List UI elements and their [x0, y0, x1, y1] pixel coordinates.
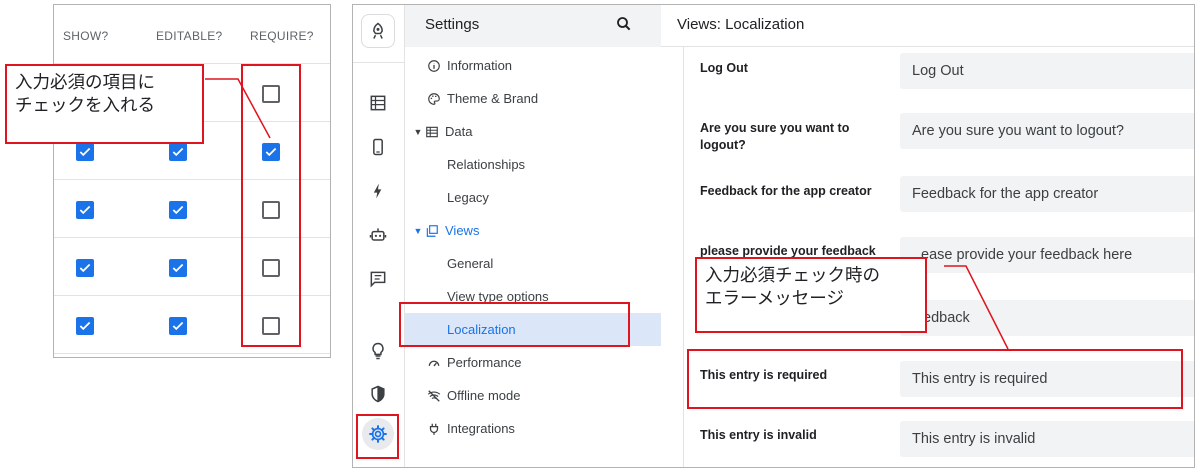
required-message-highlight [687, 349, 1183, 409]
mobile-icon[interactable] [367, 136, 389, 158]
rocket-icon [373, 22, 383, 39]
require-column-highlight [241, 64, 301, 347]
show-checkbox[interactable] [76, 143, 94, 161]
editable-checkbox[interactable] [169, 259, 187, 277]
localization-input[interactable]: Are you sure you want to logout? [900, 113, 1194, 149]
table-icon [425, 125, 439, 139]
localization-input[interactable]: ease provide your feedback here [900, 237, 1194, 273]
sidebar-item-label: Integrations [447, 421, 515, 436]
sidebar-item-label: Relationships [447, 157, 526, 172]
sidebar-item-legacy[interactable]: Legacy [405, 181, 661, 214]
caret-down-icon: ▼ [413, 126, 423, 137]
shield-icon[interactable] [367, 383, 389, 405]
search-icon[interactable] [615, 15, 633, 33]
sidebar-list: Information Theme & Brand ▼ Data Relatio… [405, 47, 661, 467]
sidebar-item-label: Performance [447, 355, 522, 370]
localization-input[interactable]: Log Out [900, 53, 1194, 89]
sidebar-item-label: Offline mode [447, 388, 521, 403]
error-message-annotation: 入力必須チェック時の エラーメッセージ [695, 257, 927, 333]
sidebar-title: Settings [425, 16, 480, 33]
bot-icon[interactable] [367, 224, 389, 246]
field-label: Are you sure you want to logout? [700, 121, 850, 152]
annotation-line: チェックを入れる [15, 96, 155, 116]
localization-input[interactable]: edback [900, 300, 1194, 336]
sidebar-item-label: Information [447, 58, 513, 73]
field-label: Feedback for the app creator [700, 184, 872, 198]
sidebar-item-views[interactable]: ▼ Views [405, 214, 661, 247]
editable-checkbox[interactable] [169, 201, 187, 219]
bolt-icon[interactable] [367, 180, 389, 202]
sidebar-item-information[interactable]: Information [405, 49, 661, 82]
editable-checkbox[interactable] [169, 317, 187, 335]
header-editable: EDITABLE? [156, 29, 223, 43]
app-logo[interactable] [361, 14, 395, 48]
sidebar-item-theme-brand[interactable]: Theme & Brand [405, 82, 661, 115]
annotation-line: 入力必須の項目に [15, 73, 155, 93]
row-divider [54, 353, 330, 354]
plug-icon [427, 422, 441, 436]
localization-highlight [399, 302, 630, 347]
nav-rail [353, 5, 405, 467]
editable-checkbox[interactable] [169, 143, 187, 161]
sidebar-item-label: Legacy [447, 190, 489, 205]
annotation-line: エラーメッセージ [705, 289, 844, 309]
header-show: SHOW? [63, 29, 109, 43]
sidebar-item-label: Theme & Brand [447, 91, 539, 106]
sidebar-item-offline-mode[interactable]: Offline mode [405, 379, 661, 412]
sidebar-item-label: Views [445, 223, 480, 238]
sidebar-item-label: General [447, 256, 494, 271]
show-checkbox[interactable] [76, 259, 94, 277]
page-title: Views: Localization [677, 16, 805, 33]
speed-icon [427, 356, 441, 370]
require-annotation: 入力必須の項目に チェックを入れる [5, 64, 204, 144]
annotation-line: 入力必須チェック時の [705, 266, 880, 286]
sidebar-item-general[interactable]: General [405, 247, 661, 280]
show-checkbox[interactable] [76, 317, 94, 335]
palette-icon [427, 92, 441, 106]
settings-sidebar: Settings Information Theme & Brand ▼ Dat… [405, 5, 661, 467]
views-icon [425, 224, 439, 238]
sidebar-item-integrations[interactable]: Integrations [405, 412, 661, 445]
lightbulb-icon[interactable] [367, 340, 389, 362]
wifi-off-icon [427, 389, 441, 403]
sidebar-item-data[interactable]: ▼ Data [405, 115, 661, 148]
field-label: Log Out [700, 61, 748, 75]
sidebar-item-relationships[interactable]: Relationships [405, 148, 661, 181]
sidebar-item-performance[interactable]: Performance [405, 346, 661, 379]
sidebar-item-label: Data [445, 124, 473, 139]
localization-input[interactable]: This entry is invalid [900, 421, 1194, 457]
rail-divider [353, 62, 404, 63]
chat-icon[interactable] [367, 268, 389, 290]
settings-highlight [356, 414, 399, 459]
main-header: Views: Localization [661, 5, 1194, 47]
caret-down-icon: ▼ [413, 225, 423, 236]
header-require: REQUIRE? [250, 29, 314, 43]
localization-input[interactable]: Feedback for the app creator [900, 176, 1194, 212]
data-icon[interactable] [367, 92, 389, 114]
show-checkbox[interactable] [76, 201, 94, 219]
info-icon [427, 59, 441, 73]
field-label: This entry is invalid [700, 428, 817, 442]
